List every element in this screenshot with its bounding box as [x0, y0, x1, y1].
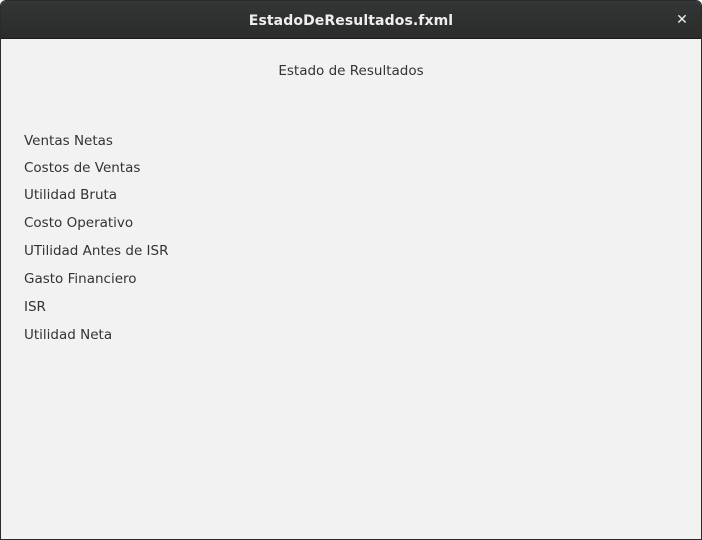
label-utilidad-bruta: Utilidad Bruta [24, 187, 118, 203]
content-area: Estado de Resultados Ventas Netas Costos… [1, 39, 701, 539]
window-title: EstadoDeResultados.fxml [248, 13, 454, 29]
close-icon[interactable]: ✕ [669, 7, 695, 33]
label-costo-operativo: Costo Operativo [24, 215, 134, 231]
label-isr: ISR [24, 299, 46, 315]
app-window: EstadoDeResultados.fxml ✕ Estado de Resu… [0, 0, 702, 540]
label-gasto-financiero: Gasto Financiero [24, 271, 137, 287]
label-ventas-netas: Ventas Netas [24, 133, 113, 149]
label-costos-de-ventas: Costos de Ventas [24, 160, 141, 176]
page-title: Estado de Resultados [278, 63, 424, 79]
label-utilidad-neta: Utilidad Neta [24, 327, 113, 343]
title-bar[interactable]: EstadoDeResultados.fxml ✕ [1, 1, 701, 39]
label-utilidad-antes-isr: UTilidad Antes de ISR [24, 243, 169, 259]
